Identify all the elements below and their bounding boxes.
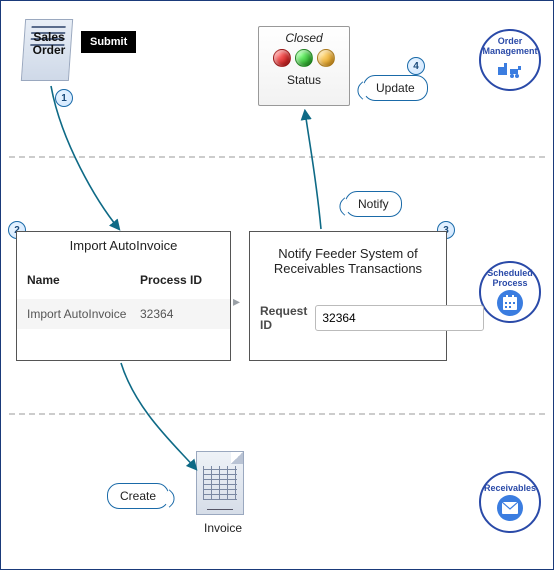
calendar-icon: [497, 290, 523, 316]
notify-feeder-box: Notify Feeder System ofReceivables Trans…: [249, 231, 447, 361]
cell-process-id: 32364: [140, 307, 220, 321]
lane-badge-receivables: Receivables: [479, 471, 541, 533]
lane-label: Scheduled Process: [481, 268, 539, 288]
envelope-icon: [497, 495, 523, 521]
sales-order-document-icon: [21, 19, 73, 81]
step-badge-1: 1: [55, 89, 73, 107]
status-label: Status: [287, 73, 321, 87]
import-autoinvoice-box: Import AutoInvoice Name Process ID Impor…: [16, 231, 231, 361]
lane-label: Receivables: [484, 483, 536, 493]
callout-update: Update: [363, 75, 428, 101]
status-lights: [273, 49, 335, 67]
request-id-input[interactable]: [315, 305, 484, 331]
lane-badge-order-management: Order Management: [479, 29, 541, 91]
lane-divider-1: [9, 156, 545, 158]
status-light-green-icon: [295, 49, 313, 67]
status-panel: Closed Status: [258, 26, 350, 106]
col-name: Name: [27, 273, 140, 287]
arrow-right-icon: ▸: [233, 293, 240, 310]
cell-name: Import AutoInvoice: [27, 307, 140, 321]
lane-divider-2: [9, 413, 545, 415]
submit-button[interactable]: Submit: [81, 31, 136, 53]
table-row: Import AutoInvoice 32364: [17, 299, 230, 329]
status-light-yellow-icon: [317, 49, 335, 67]
status-light-red-icon: [273, 49, 291, 67]
callout-create: Create: [107, 483, 169, 509]
step-badge-4: 4: [407, 57, 425, 75]
status-value: Closed: [285, 31, 322, 45]
lane-label: Order Management: [481, 36, 539, 56]
lane-badge-scheduled-process: Scheduled Process: [479, 261, 541, 323]
invoice-label: Invoice: [199, 521, 247, 535]
col-process-id: Process ID: [140, 273, 220, 287]
diagram-canvas: Order Management Scheduled Process Recei…: [0, 0, 554, 570]
request-id-label: Request ID: [260, 304, 307, 332]
import-autoinvoice-title: Import AutoInvoice: [17, 232, 230, 263]
factory-truck-icon: [497, 58, 523, 84]
notify-feeder-title: Notify Feeder System ofReceivables Trans…: [260, 240, 436, 286]
callout-notify: Notify: [345, 191, 402, 217]
invoice-document-icon: [196, 451, 244, 515]
